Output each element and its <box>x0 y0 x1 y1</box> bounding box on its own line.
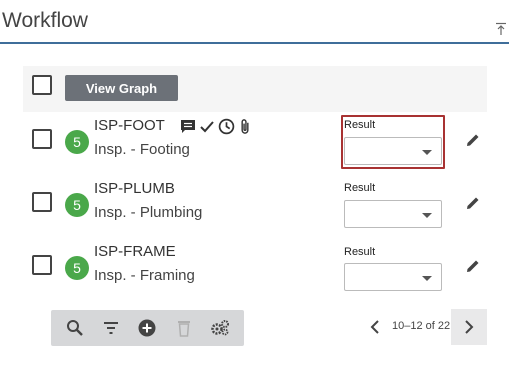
task-code: ISP-FOOT <box>94 117 165 134</box>
panel-title: Workflow <box>2 9 88 32</box>
check-icon[interactable] <box>199 119 215 135</box>
task-code: ISP-FRAME <box>94 243 176 260</box>
pager-status: 10–12 of 22 <box>392 320 451 332</box>
result-label: Result <box>344 182 376 194</box>
chevron-down-icon <box>422 276 432 281</box>
search-icon[interactable] <box>63 316 87 340</box>
view-graph-button[interactable]: View Graph <box>65 75 178 101</box>
grid-toolbar <box>51 310 244 346</box>
task-description: Insp. - Footing <box>94 141 190 158</box>
paperclip-icon[interactable] <box>238 118 252 135</box>
task-description: Insp. - Plumbing <box>94 204 203 221</box>
result-select[interactable] <box>344 200 442 228</box>
row-checkbox[interactable] <box>32 192 52 212</box>
task-code: ISP-PLUMB <box>94 180 175 197</box>
edit-icon[interactable] <box>465 132 481 148</box>
result-focus-outline <box>341 115 445 169</box>
row-checkbox[interactable] <box>32 255 52 275</box>
result-field: Result <box>344 182 442 194</box>
edit-icon[interactable] <box>465 258 481 274</box>
next-page-button[interactable] <box>451 309 487 345</box>
chevron-left-icon[interactable] <box>368 318 382 336</box>
result-select[interactable] <box>344 263 442 291</box>
collapse-icon[interactable] <box>495 22 507 36</box>
status-badge: 5 <box>65 130 89 154</box>
result-label: Result <box>344 246 376 258</box>
delete-icon[interactable] <box>172 316 196 340</box>
status-badge: 5 <box>65 256 89 280</box>
edit-icon[interactable] <box>465 195 481 211</box>
comment-icon[interactable] <box>180 119 196 135</box>
row-checkbox[interactable] <box>32 129 52 149</box>
select-all-checkbox[interactable] <box>32 75 52 95</box>
result-field: Result <box>344 246 442 258</box>
chevron-down-icon <box>422 213 432 218</box>
task-indicators <box>180 118 252 135</box>
add-icon[interactable] <box>135 316 159 340</box>
chevron-right-icon <box>465 320 474 334</box>
clock-icon[interactable] <box>218 118 235 135</box>
panel-header: Workflow <box>0 0 509 44</box>
task-description: Insp. - Framing <box>94 267 195 284</box>
settings-icon[interactable] <box>208 316 232 340</box>
status-badge: 5 <box>65 193 89 217</box>
filter-icon[interactable] <box>99 316 123 340</box>
